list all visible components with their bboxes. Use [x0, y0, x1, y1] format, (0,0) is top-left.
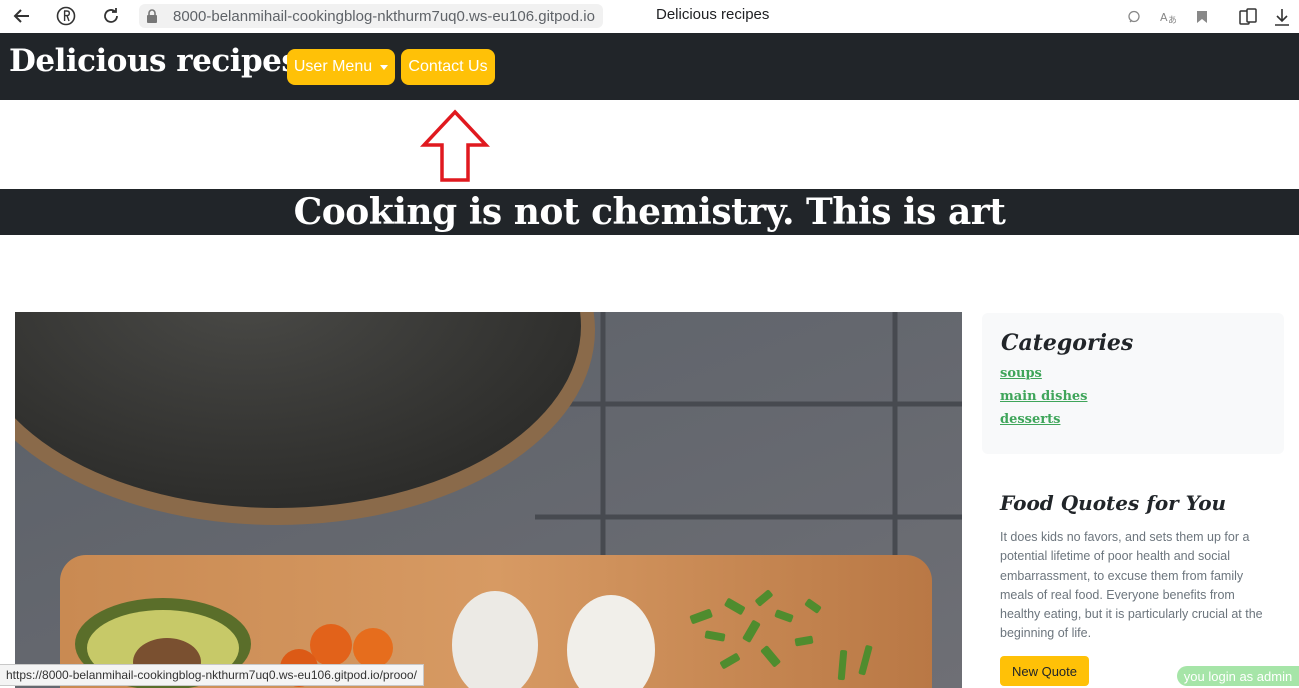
categories-card: Categories soups main dishes desserts	[982, 313, 1284, 454]
login-status-badge: you login as admin	[1177, 666, 1299, 686]
browser-tools: Aあ	[1111, 0, 1299, 33]
translate-icon[interactable]: Aあ	[1157, 6, 1179, 28]
hero-banner: Cooking is not chemistry. This is art	[0, 189, 1299, 235]
status-bar-url: https://8000-belanmihail-cookingblog-nkt…	[0, 664, 424, 686]
download-icon[interactable]	[1271, 6, 1293, 28]
browser-toolbar: 8000-belanmihail-cookingblog-nkthurm7uq0…	[0, 0, 1299, 33]
hero-food-image	[15, 312, 962, 688]
category-link-desserts[interactable]: desserts	[1000, 412, 1060, 427]
caret-down-icon	[380, 64, 389, 70]
contact-us-button[interactable]: Contact Us	[401, 49, 495, 85]
hero-headline: Cooking is not chemistry. This is art	[293, 191, 1006, 233]
site-navbar: Delicious recipes User Menu Contact Us	[0, 33, 1299, 100]
yandex-icon[interactable]	[55, 5, 77, 27]
url-text: 8000-belanmihail-cookingblog-nkthurm7uq0…	[173, 7, 595, 25]
back-icon[interactable]	[11, 5, 33, 27]
user-menu-label: User Menu	[293, 58, 373, 75]
user-menu-button[interactable]: User Menu	[287, 49, 395, 85]
svg-text:あ: あ	[1168, 15, 1176, 24]
site-brand[interactable]: Delicious recipes	[9, 43, 299, 79]
food-quotes-title: Food Quotes for You	[1000, 491, 1227, 515]
new-quote-label: New Quote	[1011, 663, 1078, 679]
reload-icon[interactable]	[100, 5, 122, 27]
collections-icon[interactable]	[1237, 6, 1259, 28]
quote-text: It does kids no favors, and sets them up…	[1000, 530, 1263, 641]
contact-us-label: Contact Us	[408, 58, 488, 75]
page-title-display: Delicious recipes	[656, 6, 770, 23]
categories-title: Categories	[1001, 330, 1134, 356]
new-quote-button[interactable]: New Quote	[1000, 656, 1089, 686]
svg-text:A: A	[1160, 11, 1168, 24]
bookmark-icon[interactable]	[1191, 6, 1213, 28]
lock-icon	[145, 9, 159, 23]
category-link-soups[interactable]: soups	[1000, 366, 1042, 381]
category-link-main-dishes[interactable]: main dishes	[1000, 389, 1087, 404]
search-page-icon[interactable]	[1123, 6, 1145, 28]
address-bar[interactable]: 8000-belanmihail-cookingblog-nkthurm7uq0…	[139, 4, 603, 28]
annotation-arrow-icon	[420, 109, 490, 182]
